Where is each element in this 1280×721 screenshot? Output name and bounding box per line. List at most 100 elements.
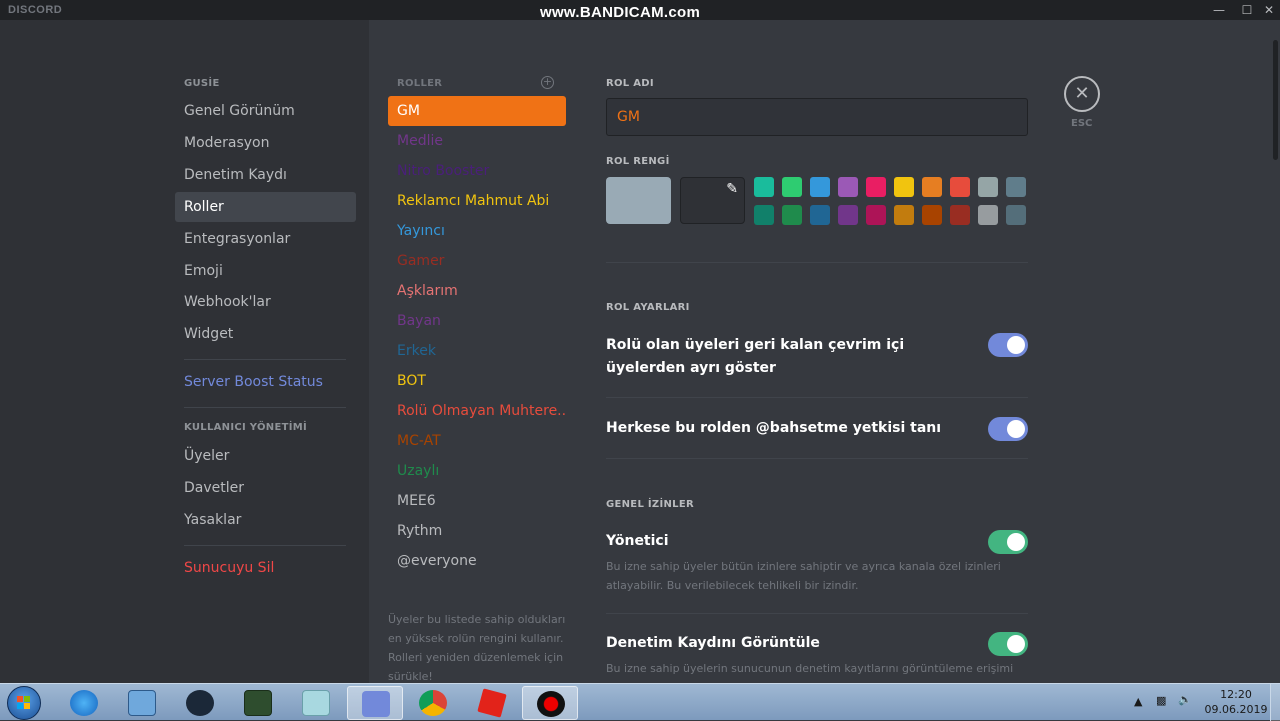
role-item[interactable]: MC-AT [388,426,566,456]
control-panel-icon [128,690,156,716]
color-swatch[interactable] [866,205,886,225]
role-item[interactable]: Nitro Booster [388,156,566,186]
color-swatch[interactable] [810,177,830,197]
roblox-taskbar-button[interactable] [464,686,520,720]
role-item[interactable]: Rythm [388,516,566,546]
color-swatch[interactable] [782,177,802,197]
sidebar-item-integrations[interactable]: Entegrasyonlar [175,224,356,254]
role-color-label: ROL RENGİ [606,156,670,167]
role-item[interactable]: Uzaylı [388,456,566,486]
divider [606,613,1028,614]
sidebar-item-bans[interactable]: Yasaklar [175,505,356,535]
mention-setting-bold: @bahsetme [755,420,848,436]
start-button[interactable] [7,686,41,720]
admin-permission-description: Bu izne sahip üyeler bütün izinlere sahi… [606,560,1001,592]
color-swatch[interactable] [922,177,942,197]
audit-toggle[interactable] [988,632,1028,656]
sidebar-item-invites[interactable]: Davetler [175,473,356,503]
clock[interactable]: 12:20 09.06.2019 [1204,687,1268,717]
divider [606,397,1028,398]
bandicam-taskbar-button[interactable] [522,686,578,720]
color-swatch[interactable] [810,205,830,225]
chevron-up-icon[interactable]: ▲ [1134,695,1142,708]
steam-taskbar-button[interactable] [172,686,228,720]
color-swatch[interactable] [978,205,998,225]
role-item[interactable]: Erkek [388,336,566,366]
role-item[interactable]: Reklamcı Mahmut Abi [388,186,566,216]
sidebar-item-webhooks[interactable]: Webhook'lar [175,287,356,317]
role-item[interactable]: Bayan [388,306,566,336]
record-icon [537,691,565,717]
general-permissions-label: GENEL İZİNLER [606,499,694,510]
custom-color-picker[interactable]: ✎ [680,177,745,224]
settings-sidebar: GUSİE Genel Görünüm Moderasyon Denetim K… [0,20,369,683]
color-swatch[interactable] [838,177,858,197]
role-item[interactable]: BOT [388,366,566,396]
sidebar-item-server-boost[interactable]: Server Boost Status [175,367,356,397]
window-close-icon[interactable]: ✕ [1254,0,1280,20]
chrome-taskbar-button[interactable] [405,686,461,720]
discord-brand: DISCORD [8,4,63,16]
terminal-icon [244,690,272,716]
sidebar-item-moderation[interactable]: Moderasyon [175,128,356,158]
color-swatch[interactable] [978,177,998,197]
role-item[interactable]: @everyone [388,546,566,576]
admin-toggle[interactable] [988,530,1028,554]
eyedropper-icon: ✎ [726,181,738,197]
volume-icon[interactable]: 🔈 [1178,693,1192,706]
sidebar-item-widget[interactable]: Widget [175,319,356,349]
minimize-icon[interactable]: — [1204,0,1234,20]
color-swatch[interactable] [754,177,774,197]
color-swatch[interactable] [1006,177,1026,197]
color-swatch[interactable] [866,177,886,197]
sidebar-item-overview[interactable]: Genel Görünüm [175,96,356,126]
add-role-icon[interactable]: + [541,76,554,89]
network-icon[interactable]: ▩ [1156,694,1166,707]
role-item[interactable]: Aşklarım [388,276,566,306]
close-icon[interactable]: ✕ [1064,76,1100,112]
terminal-taskbar-button[interactable] [230,686,286,720]
server-section-header: GUSİE [184,78,220,89]
color-swatch[interactable] [782,205,802,225]
role-item[interactable]: MEE6 [388,486,566,516]
chrome-icon [419,690,447,716]
hoist-toggle[interactable] [988,333,1028,357]
color-swatch[interactable] [950,177,970,197]
color-swatch[interactable] [894,205,914,225]
app-taskbar-button[interactable] [288,686,344,720]
audit-permission-description: Bu izne sahip üyelerin sunucunun denetim… [606,662,1014,675]
color-swatch[interactable] [838,205,858,225]
sidebar-item-members[interactable]: Üyeler [175,441,356,471]
discord-taskbar-button[interactable] [347,686,403,720]
internet-explorer-icon [70,690,98,716]
sidebar-item-emoji[interactable]: Emoji [175,256,356,286]
internet-explorer-taskbar-button[interactable] [56,686,112,720]
color-swatch[interactable] [754,205,774,225]
delete-server-button[interactable]: Sunucuyu Sil [175,553,356,583]
show-desktop-button[interactable] [1270,684,1280,721]
taskbar: ▲ ▩ 🔈 12:20 09.06.2019 [0,683,1280,721]
mention-setting-label: Herkese bu rolden @bahsetme yetkisi tanı [606,417,941,440]
color-swatch[interactable] [894,177,914,197]
default-color-swatch[interactable] [606,177,671,224]
scrollbar[interactable] [1273,40,1278,160]
audit-permission-label: Denetim Kaydını Görüntüle [606,635,820,651]
divider [184,407,346,408]
steam-icon [186,690,214,716]
color-swatch[interactable] [1006,205,1026,225]
esc-label: ESC [1071,118,1093,129]
hoist-setting-label: Rolü olan üyeleri geri kalan çevrim içi … [606,337,905,376]
sidebar-item-audit-log[interactable]: Denetim Kaydı [175,160,356,190]
sidebar-item-roles[interactable]: Roller [175,192,356,222]
role-item[interactable]: Gamer [388,246,566,276]
color-swatch[interactable] [950,205,970,225]
toggle-knob [1007,635,1025,653]
control-panel-taskbar-button[interactable] [114,686,170,720]
role-item[interactable]: Yayıncı [388,216,566,246]
mentionable-toggle[interactable] [988,417,1028,441]
color-swatch[interactable] [922,205,942,225]
role-item[interactable]: Rolü Olmayan Muhtere... [388,396,566,426]
role-name-input[interactable]: GM [606,98,1028,136]
role-item[interactable]: GM [388,96,566,126]
role-item[interactable]: Medlie [388,126,566,156]
